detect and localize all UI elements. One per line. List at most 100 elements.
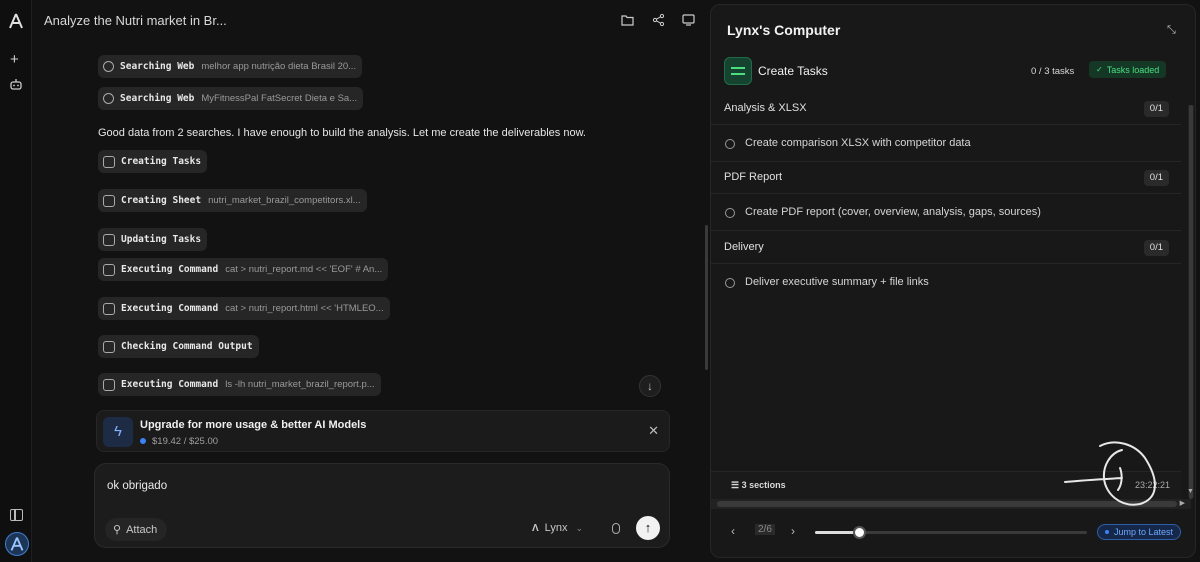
- step-detail: cat > nutri_report.md << 'EOF' # An...: [225, 264, 383, 275]
- upgrade-banner[interactable]: ϟ Upgrade for more usage & better AI Mod…: [96, 410, 670, 452]
- chat-topbar: Analyze the Nutri market in Br...: [32, 0, 704, 40]
- scroll-down-arrow-icon[interactable]: ▼: [1187, 488, 1194, 495]
- page-indicator: 2/6: [755, 524, 775, 535]
- section-name: PDF Report: [724, 171, 783, 183]
- usage-amount: $19.42 / $25.00: [152, 436, 219, 447]
- step-action: Executing Command: [121, 264, 219, 275]
- paperclip-icon: ⚲: [113, 524, 122, 536]
- step-searching-web-1[interactable]: Searching Web melhor app nutrição dieta …: [98, 55, 363, 78]
- left-rail: +: [0, 0, 32, 562]
- task-item[interactable]: Create comparison XLSX with competitor d…: [711, 126, 1181, 162]
- usage-dot: [140, 438, 146, 444]
- step-action: Checking Command Output: [121, 341, 253, 352]
- step-action: Executing Command: [121, 379, 219, 390]
- attach-button[interactable]: ⚲ Attach: [105, 518, 168, 541]
- sections-count: ☰ 3 sections: [731, 480, 786, 491]
- message-input[interactable]: ok obrigado: [107, 480, 167, 492]
- close-icon[interactable]: ✕: [648, 423, 659, 439]
- table-icon: [103, 194, 115, 207]
- monitor-icon[interactable]: [682, 14, 695, 26]
- step-action: Updating Tasks: [121, 234, 202, 245]
- new-chat-plus-icon[interactable]: +: [10, 52, 19, 67]
- step-detail: ls -lh nutri_market_brazil_report.p...: [225, 379, 375, 390]
- message-composer[interactable]: ok obrigado ⚲ Attach Λ Lynx ⌄ ↑: [94, 463, 670, 548]
- step-checking-command-output[interactable]: Checking Command Output: [98, 335, 259, 358]
- lynx-logo-icon: Λ: [532, 522, 539, 534]
- task-text: Create comparison XLSX with competitor d…: [745, 137, 971, 149]
- section-delivery: Delivery 0/1: [711, 232, 1181, 264]
- task-status-circle-icon[interactable]: [725, 208, 735, 218]
- folder-icon[interactable]: [621, 14, 634, 26]
- minimize-icon[interactable]: ⤡: [1167, 24, 1178, 36]
- slider-fill: [815, 531, 859, 534]
- task-count: 0 / 3 tasks: [1031, 66, 1075, 77]
- task-status-circle-icon[interactable]: [725, 278, 735, 288]
- create-tasks-label: Create Tasks: [758, 64, 828, 78]
- step-detail: cat > nutri_report.html << 'HTMLEO...: [225, 303, 384, 314]
- step-updating-tasks[interactable]: Updating Tasks: [98, 228, 208, 251]
- task-item[interactable]: Deliver executive summary + file links: [711, 265, 1181, 301]
- step-creating-sheet[interactable]: Creating Sheet nutri_market_brazil_compe…: [98, 189, 367, 212]
- step-searching-web-2[interactable]: Searching Web MyFitnessPal FatSecret Die…: [98, 87, 364, 110]
- terminal-icon: [103, 302, 115, 315]
- send-button[interactable]: ↑: [636, 516, 660, 540]
- task-item[interactable]: Create PDF report (cover, overview, anal…: [711, 195, 1181, 231]
- terminal-icon: [103, 340, 115, 353]
- list-icon: [103, 155, 115, 168]
- section-name: Analysis & XLSX: [724, 102, 807, 114]
- step-action: Creating Tasks: [121, 156, 202, 167]
- chat-area: Searching Web melhor app nutrição dieta …: [32, 40, 704, 562]
- sidebar-toggle-icon[interactable]: [10, 509, 23, 521]
- step-executing-command-1[interactable]: Executing Command cat > nutri_report.md …: [98, 258, 389, 281]
- share-icon[interactable]: [652, 14, 665, 26]
- list-icon: [103, 233, 115, 246]
- task-text: Deliver executive summary + file links: [745, 276, 929, 288]
- panel-title: Lynx's Computer: [727, 22, 841, 38]
- handwritten-scribble: [1064, 441, 1156, 506]
- terminal-icon: [103, 263, 115, 276]
- previous-icon[interactable]: ‹: [731, 524, 735, 538]
- bot-icon[interactable]: [10, 79, 22, 90]
- attach-label: Attach: [126, 523, 158, 536]
- model-selector[interactable]: Λ Lynx ⌄: [532, 522, 583, 534]
- playback-controls: ‹ 2/6 › Jump to Latest: [711, 517, 1195, 547]
- avatar[interactable]: [5, 532, 29, 556]
- assistant-message: Good data from 2 searches. I have enough…: [98, 127, 586, 139]
- scrollbar-thumb[interactable]: [1189, 105, 1193, 499]
- step-creating-tasks[interactable]: Creating Tasks: [98, 150, 208, 173]
- lightning-icon: ϟ: [103, 417, 133, 447]
- section-progress-badge: 0/1: [1143, 240, 1169, 256]
- task-status-circle-icon[interactable]: [725, 139, 735, 149]
- step-executing-command-2[interactable]: Executing Command cat > nutri_report.htm…: [98, 297, 390, 320]
- next-icon[interactable]: ›: [791, 524, 795, 538]
- step-action: Executing Command: [121, 303, 219, 314]
- scroll-down-button[interactable]: ↓: [639, 375, 661, 397]
- step-action: Creating Sheet: [121, 195, 202, 206]
- panel-vertical-scrollbar[interactable]: ▼: [1187, 105, 1194, 499]
- step-executing-command-3[interactable]: Executing Command ls -lh nutri_market_br…: [98, 373, 381, 396]
- model-label: Lynx: [544, 522, 568, 534]
- upgrade-title: Upgrade for more usage & better AI Model…: [140, 419, 367, 431]
- section-progress-badge: 0/1: [1143, 170, 1169, 186]
- task-list-icon: [724, 57, 752, 85]
- search-icon: [103, 61, 114, 72]
- scroll-right-arrow-icon[interactable]: ▶: [1180, 499, 1185, 507]
- terminal-icon: [103, 378, 115, 391]
- search-icon: [103, 93, 114, 104]
- tasks-loaded-label: Tasks loaded: [1106, 64, 1160, 75]
- app-logo-icon[interactable]: [9, 13, 23, 29]
- section-pdf-report: PDF Report 0/1: [711, 162, 1181, 194]
- step-detail: MyFitnessPal FatSecret Dieta e Sa...: [201, 93, 358, 104]
- jump-to-latest-button[interactable]: Jump to Latest: [1097, 524, 1182, 540]
- jump-label: Jump to Latest: [1114, 527, 1174, 537]
- list-icon: ☰: [731, 480, 742, 490]
- step-detail: nutri_market_brazil_competitors.xl...: [208, 195, 361, 206]
- playback-slider[interactable]: [815, 526, 1087, 539]
- check-circle-icon: ✓: [1096, 65, 1103, 74]
- slider-knob[interactable]: [852, 526, 866, 539]
- microphone-icon[interactable]: [612, 523, 620, 534]
- step-action: Searching Web: [120, 93, 195, 104]
- chat-scrollbar[interactable]: [705, 225, 708, 370]
- sections-count-label: 3 sections: [741, 480, 786, 490]
- live-dot-icon: [1105, 530, 1109, 534]
